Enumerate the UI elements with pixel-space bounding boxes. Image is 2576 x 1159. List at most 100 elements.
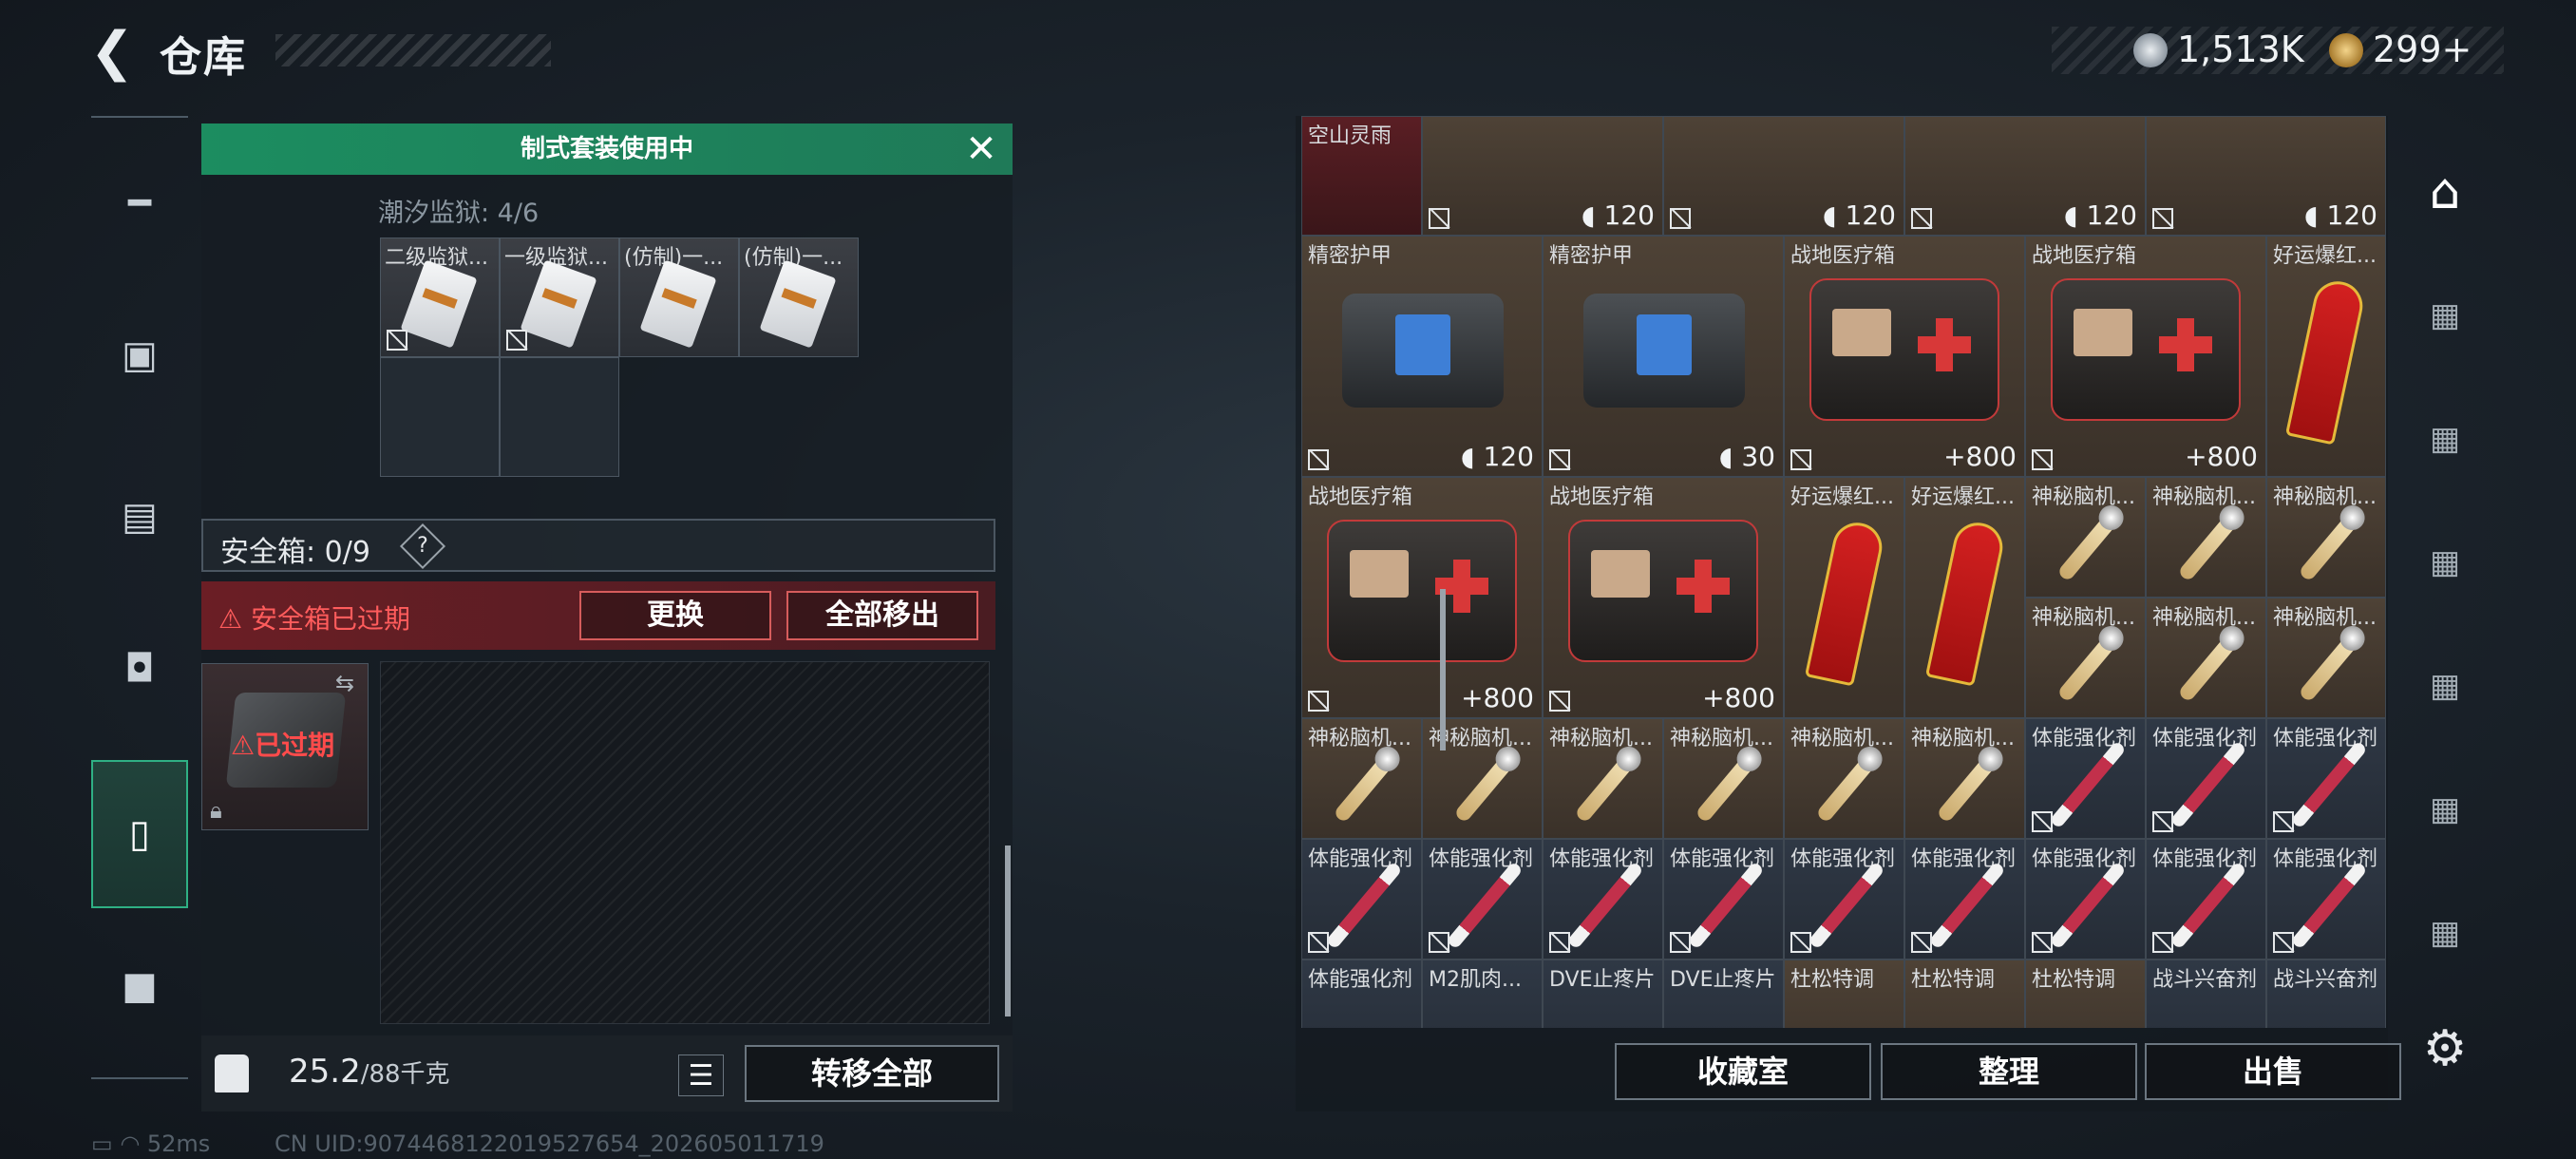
storage-tab-icon[interactable]: ▦: [2401, 885, 2489, 980]
storage-icon[interactable]: ⌂: [2401, 144, 2489, 239]
sort-button[interactable]: 整理: [1881, 1043, 2137, 1100]
item-slot[interactable]: 战地医疗箱 +800: [1301, 477, 1543, 718]
item-slot[interactable]: 杜松特调: [2025, 960, 2146, 1028]
item-label: 战地医疗箱: [1790, 244, 1896, 268]
storage-tab-icon[interactable]: ▦: [2401, 515, 2489, 610]
keycard-slot[interactable]: 二级监狱...: [380, 238, 500, 357]
item-slot[interactable]: 战地医疗箱 +800: [1543, 477, 1784, 718]
empty-slot[interactable]: [500, 357, 619, 477]
nav-backpack[interactable]: ▤: [91, 469, 188, 564]
item-slot[interactable]: 神秘脑机...: [1784, 718, 1904, 839]
storage-tab-icon[interactable]: ▦: [2401, 638, 2489, 733]
item-slot[interactable]: ◖ 120: [1904, 116, 2146, 236]
item-slot[interactable]: ◖ 120: [1422, 116, 1663, 236]
nav-toolbox[interactable]: ■: [91, 939, 188, 1034]
keycard-slot[interactable]: 一级监狱...: [500, 238, 619, 357]
nav-armor[interactable]: ▣: [91, 308, 188, 403]
item-slot[interactable]: 神秘脑机...: [1904, 718, 2025, 839]
no-insure-icon: [2273, 811, 2294, 832]
nav-weapons[interactable]: ━: [91, 156, 188, 251]
weight-max: /88千克: [360, 1060, 450, 1089]
transfer-all-button[interactable]: 转移全部: [745, 1045, 999, 1102]
syringe-icon: [2290, 740, 2368, 829]
item-slot[interactable]: 神秘脑机...: [1301, 718, 1422, 839]
item-slot[interactable]: 空山灵雨: [1301, 116, 1422, 236]
syringe-icon: [1446, 861, 1524, 950]
close-icon[interactable]: ✕: [961, 129, 1001, 169]
item-slot[interactable]: ◖ 120: [2146, 116, 2386, 236]
item-slot[interactable]: ◖ 120: [1663, 116, 1904, 236]
keycard-slot[interactable]: (仿制)一...: [739, 238, 859, 357]
item-slot[interactable]: 体能强化剂: [2266, 839, 2386, 960]
item-slot[interactable]: 战斗兴奋剂: [2266, 960, 2386, 1028]
empty-slot[interactable]: [380, 357, 500, 477]
item-slot[interactable]: 杜松特调: [1784, 960, 1904, 1028]
list-icon[interactable]: ☰: [678, 1054, 724, 1096]
item-slot[interactable]: DVE止疼片: [1543, 960, 1663, 1028]
item-slot[interactable]: 体能强化剂: [1663, 839, 1784, 960]
item-slot[interactable]: 战斗兴奋剂: [2146, 960, 2266, 1028]
item-slot[interactable]: 体能强化剂: [2025, 718, 2146, 839]
item-slot[interactable]: 好运爆红...: [1904, 477, 2025, 718]
item-slot[interactable]: 体能强化剂: [1301, 960, 1422, 1028]
item-slot[interactable]: 体能强化剂: [1422, 839, 1543, 960]
storage-tab-icon[interactable]: ▦: [2401, 762, 2489, 857]
remove-all-button[interactable]: 全部移出: [786, 591, 978, 640]
safe-case-slot[interactable]: ⚠已过期 🔒︎ ⇆: [201, 663, 369, 830]
item-slot[interactable]: 好运爆红...: [2266, 236, 2386, 477]
item-slot[interactable]: 体能强化剂: [1301, 839, 1422, 960]
gear-icon[interactable]: ⚙: [2418, 1022, 2472, 1075]
replace-button[interactable]: 更换: [579, 591, 771, 640]
item-slot[interactable]: 体能强化剂: [2146, 718, 2266, 839]
back-button[interactable]: ❮: [84, 21, 141, 84]
scrollbar[interactable]: [1005, 846, 1011, 1016]
collection-button[interactable]: 收藏室: [1615, 1043, 1871, 1100]
item-slot[interactable]: 战地医疗箱 +800: [2025, 236, 2266, 477]
item-slot[interactable]: 神秘脑机...: [2025, 477, 2146, 598]
syringe-icon: [2290, 861, 2368, 950]
item-slot[interactable]: 杜松特调: [1904, 960, 2025, 1028]
item-slot[interactable]: DVE止疼片: [1663, 960, 1784, 1028]
keycard-slot[interactable]: (仿制)一...: [619, 238, 739, 357]
item-slot[interactable]: 好运爆红...: [1784, 477, 1904, 718]
item-slot[interactable]: 神秘脑机...: [2266, 598, 2386, 718]
keycard-icon: [520, 259, 597, 349]
item-slot[interactable]: 神秘脑机...: [1663, 718, 1784, 839]
item-slot[interactable]: 神秘脑机...: [2146, 598, 2266, 718]
weight-value: 25.2/88千克: [289, 1053, 450, 1091]
expired-label: 安全箱已过期: [251, 603, 411, 635]
item-slot[interactable]: 体能强化剂: [2266, 718, 2386, 839]
help-icon[interactable]: ?: [399, 522, 446, 570]
item-slot[interactable]: 体能强化剂: [2025, 839, 2146, 960]
storage-tab-icon[interactable]: ▦: [2401, 391, 2489, 486]
item-slot[interactable]: 神秘脑机...: [2266, 477, 2386, 598]
item-slot[interactable]: 精密护甲 ◖ 120: [1301, 236, 1543, 477]
item-slot[interactable]: 体能强化剂: [2146, 839, 2266, 960]
item-slot[interactable]: 神秘脑机...: [1543, 718, 1663, 839]
currency-bar: 1,513K 299+: [2052, 27, 2504, 74]
gold-coin-icon: [2329, 33, 2363, 67]
item-label: 体能强化剂: [1549, 847, 1655, 871]
item-slot[interactable]: 神秘脑机...: [2025, 598, 2146, 718]
no-insure-icon: [1429, 932, 1449, 953]
medkit-icon: [1809, 278, 1999, 421]
item-slot[interactable]: 精密护甲 ◖ 30: [1543, 236, 1784, 477]
sell-button[interactable]: 出售: [2145, 1043, 2401, 1100]
item-slot[interactable]: 体能强化剂: [1904, 839, 2025, 960]
safebox-grid: [380, 661, 990, 1024]
weight-icon: [215, 1054, 249, 1092]
nav-bag[interactable]: ◘: [91, 621, 188, 716]
gold-amount[interactable]: 299+: [2373, 28, 2472, 70]
item-slot[interactable]: 神秘脑机...: [2146, 477, 2266, 598]
armor-value: ◖ 120: [2064, 200, 2137, 231]
status-bar: ▭ ◠ 52ms CN UID:9074468122019527654_2026…: [91, 1130, 824, 1157]
scrollbar[interactable]: [1440, 589, 1446, 750]
storage-tab-icon[interactable]: ▦: [2401, 268, 2489, 363]
item-slot[interactable]: 体能强化剂: [1784, 839, 1904, 960]
item-slot[interactable]: M2肌肉...: [1422, 960, 1543, 1028]
item-slot[interactable]: 战地医疗箱 +800: [1784, 236, 2025, 477]
item-slot[interactable]: 体能强化剂: [1543, 839, 1663, 960]
item-label: 神秘脑机...: [1670, 727, 1773, 750]
no-insure-icon: [1790, 449, 1811, 470]
nav-container[interactable]: ▯: [91, 760, 188, 908]
